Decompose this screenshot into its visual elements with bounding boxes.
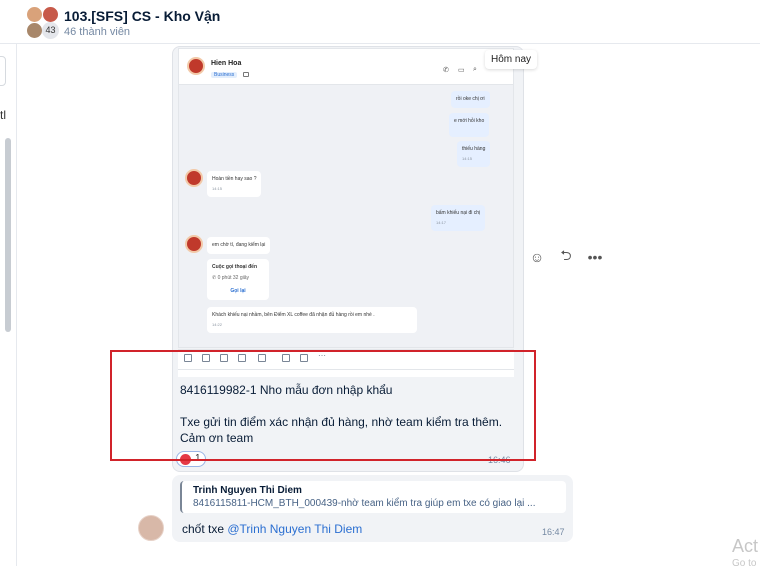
date-badge: Hôm nay <box>485 50 538 69</box>
quote-text: 8416115811-HCM_BTH_000439-nhờ team kiểm … <box>193 498 536 509</box>
phone-icon: ✆ <box>443 67 449 74</box>
inner-message: rồi oke chị ơi <box>451 91 490 108</box>
reply-icon[interactable]: ⮌ <box>555 246 577 268</box>
inner-chat-header: Hien Hoa Business ✆ ▭ ⌕ <box>179 49 513 85</box>
member-avatar <box>42 6 59 23</box>
inner-contact-avatar <box>185 169 203 187</box>
chat-header: 43 103.[SFS] CS - Kho Vận 46 thành viên <box>0 0 760 44</box>
member-avatar <box>26 22 43 39</box>
left-sidebar: tl <box>0 0 17 566</box>
inner-contact-name: Hien Hoa <box>211 60 242 67</box>
quote-author: Trinh Nguyen Thi Diem <box>193 485 302 496</box>
message-time: 16:47 <box>542 527 565 537</box>
quoted-message[interactable]: Trinh Nguyen Thi Diem 8416115811-HCM_BTH… <box>180 481 566 513</box>
sender-avatar[interactable] <box>138 515 164 541</box>
highlight-box <box>110 350 536 461</box>
inner-contact-avatar <box>185 235 203 253</box>
tv-icon <box>243 72 249 77</box>
inner-message: e mới hỏi kho <box>449 113 490 137</box>
activation-watermark-sub: Go to <box>732 558 757 566</box>
group-title[interactable]: 103.[SFS] CS - Kho Vận <box>64 8 220 24</box>
inner-call-card: Cuộc gọi thoại đến ✆ 0 phút 32 giây Gọi … <box>207 259 269 300</box>
sidebar-panel <box>0 56 6 86</box>
group-avatar[interactable]: 43 <box>24 4 60 40</box>
reaction-smile-icon[interactable]: ☺ <box>526 246 548 268</box>
inner-message: em chờ tí, đang kiểm lại <box>207 237 271 254</box>
inner-message: Khách khiếu nại nhầm, bên Điểm XL coffee… <box>207 307 417 333</box>
sidebar-partial-text: tl <box>0 108 6 122</box>
mention-link[interactable]: @Trinh Nguyen Thi Diem <box>227 522 362 536</box>
activation-watermark: Act <box>732 536 759 556</box>
inner-contact-avatar <box>187 57 205 75</box>
reply-text: chốt txe @Trinh Nguyen Thi Diem <box>182 522 363 536</box>
inner-message: thiếu hàng 14:15 <box>457 141 491 167</box>
sidebar-scrollbar[interactable] <box>5 138 11 332</box>
inner-message: bấm khiếu nại đi chị 14:17 <box>431 205 486 231</box>
inner-business-tag: Business <box>211 72 238 78</box>
search-icon: ⌕ <box>473 66 477 73</box>
member-overflow-count: 43 <box>42 22 59 39</box>
member-avatar <box>26 6 43 23</box>
member-count[interactable]: 46 thành viên <box>64 26 130 38</box>
more-options-icon[interactable]: ••• <box>584 246 606 268</box>
screenshot-image[interactable]: Hien Hoa Business ✆ ▭ ⌕ rồi oke chị ơi e… <box>178 48 514 348</box>
inner-message: Hoàn tiền hay sao ? 14:15 <box>207 171 262 197</box>
video-icon: ▭ <box>458 67 465 74</box>
